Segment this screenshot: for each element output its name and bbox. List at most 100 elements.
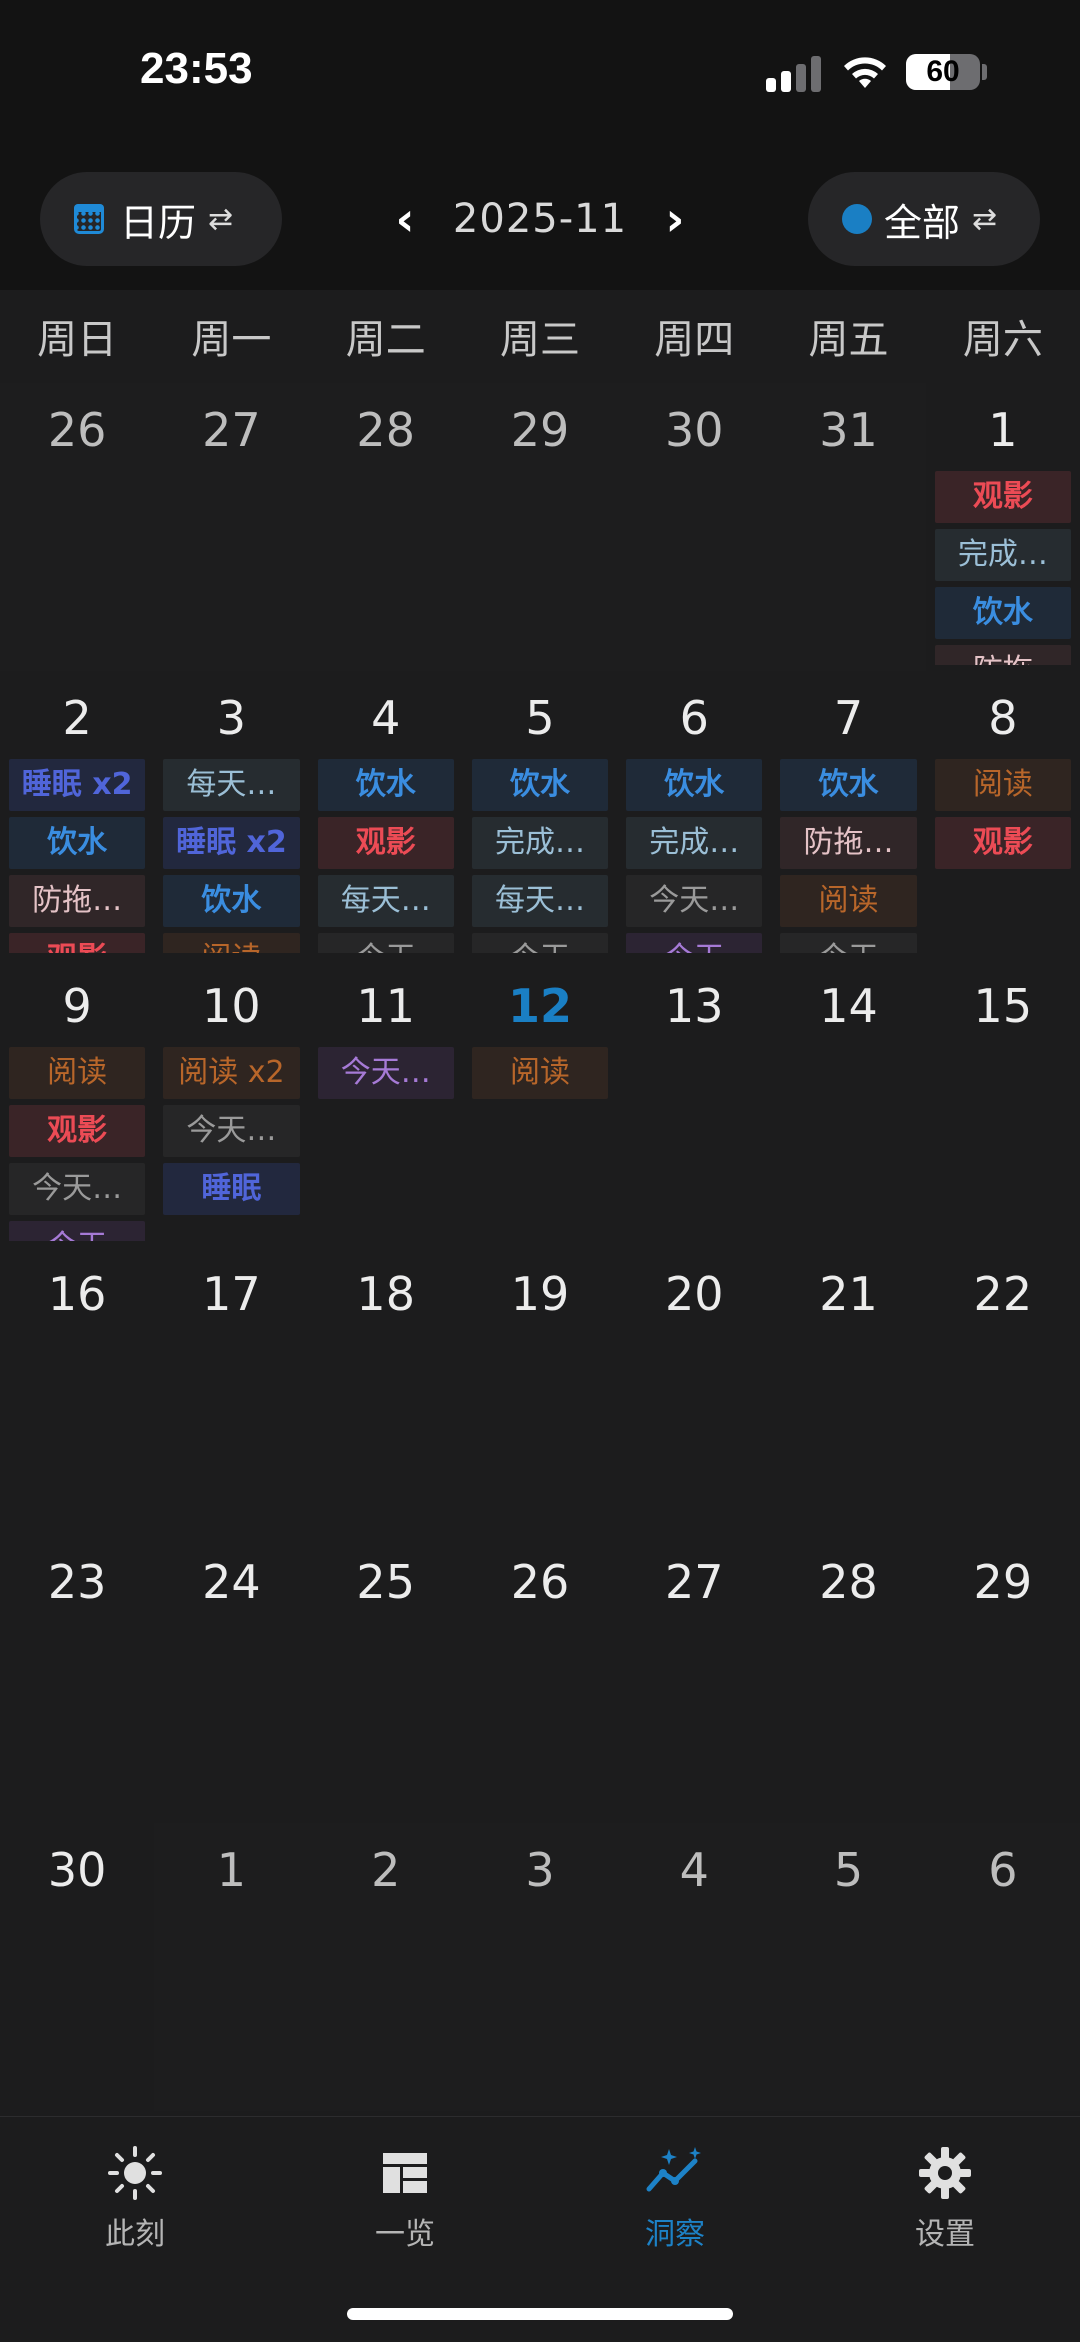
day-cell[interactable]: 5 饮水完成… 每天… 今天	[463, 671, 617, 959]
day-cell-other-month[interactable]: 1	[154, 1823, 309, 2111]
day-cell-other-month[interactable]: 29	[462, 383, 618, 671]
day-cell[interactable]: 6 饮水完成… 今天… 今天	[617, 671, 771, 959]
day-cell-other-month[interactable]: 31	[771, 383, 926, 671]
event-chip[interactable]: 睡眠 x2	[163, 817, 300, 869]
sun-icon	[108, 2146, 162, 2200]
day-cell[interactable]: 25	[309, 1535, 463, 1823]
event-chip[interactable]: 防拖…	[9, 875, 146, 927]
event-chip[interactable]: 观影	[934, 817, 1071, 869]
day-cell[interactable]: 24	[154, 1535, 308, 1823]
day-cell-other-month[interactable]: 5	[771, 1823, 926, 2111]
event-chip[interactable]: 阅读	[934, 759, 1071, 811]
day-cell-other-month[interactable]: 27	[154, 383, 309, 671]
event-list: 饮水完成… 每天… 今天	[471, 759, 609, 953]
chevron-right-icon[interactable]: ›	[650, 192, 700, 246]
view-label: 日历	[120, 200, 197, 245]
event-chip[interactable]: 睡眠 x2	[9, 759, 146, 811]
day-cell[interactable]: 16	[0, 1247, 154, 1535]
day-cell[interactable]: 27	[617, 1535, 771, 1823]
day-cell-other-month[interactable]: 3	[462, 1823, 618, 2111]
day-cell[interactable]: 21	[771, 1247, 925, 1535]
event-chip[interactable]: 今天	[471, 933, 609, 953]
event-chip[interactable]: 阅读 x2	[163, 1047, 300, 1099]
day-number: 27	[202, 403, 261, 457]
day-cell[interactable]: 10 阅读 x2 今天… 睡眠	[154, 959, 308, 1247]
event-chip[interactable]: 每天…	[471, 875, 609, 927]
event-chip[interactable]: 今天…	[317, 1047, 454, 1099]
event-chip[interactable]: 今天…	[163, 1105, 300, 1157]
tab-insights[interactable]: 洞察	[575, 2143, 775, 2253]
tab-settings[interactable]: 设置	[845, 2143, 1045, 2253]
event-chip[interactable]: 饮水	[471, 759, 609, 811]
day-cell-other-month[interactable]: 28	[308, 383, 463, 671]
day-cell-other-month[interactable]: 2	[308, 1823, 463, 2111]
event-chip[interactable]: 今天	[626, 933, 763, 953]
tab-label: 此刻	[105, 2217, 165, 2252]
event-chip[interactable]: 饮水	[9, 817, 146, 869]
day-cell[interactable]: 11 今天…	[309, 959, 463, 1247]
event-list: 观影完成… 饮水防拖	[934, 471, 1071, 665]
day-cell[interactable]: 26	[463, 1535, 617, 1823]
day-cell[interactable]: 8 阅读 观影	[926, 671, 1080, 959]
weekday-label: 周日	[37, 317, 118, 363]
event-chip[interactable]: 每天…	[317, 875, 454, 927]
week-row: 26 27 28 29 30 31 1 观影完成… 饮水防拖	[0, 383, 1080, 671]
day-cell-other-month[interactable]: 26	[0, 383, 155, 671]
weekday-label: 周五	[808, 317, 889, 363]
day-cell[interactable]: 20	[617, 1247, 771, 1535]
status-bar: 23:53 60	[0, 0, 1080, 150]
event-chip[interactable]: 饮水	[163, 875, 300, 927]
day-cell[interactable]: 23	[0, 1535, 154, 1823]
event-chip[interactable]: 每天…	[163, 759, 300, 811]
day-number: 21	[819, 1267, 878, 1321]
view-switch-button[interactable]: 日历 ⇄	[40, 172, 282, 266]
tab-overview[interactable]: 一览	[305, 2143, 505, 2253]
event-chip[interactable]: 防拖…	[780, 817, 917, 869]
event-chip[interactable]: 饮水	[780, 759, 917, 811]
day-cell[interactable]: 19	[463, 1247, 617, 1535]
event-chip[interactable]: 观影	[317, 817, 454, 869]
event-chip[interactable]: 今天	[9, 1221, 146, 1241]
tab-now[interactable]: 此刻	[35, 2143, 235, 2253]
event-chip[interactable]: 睡眠	[163, 1163, 300, 1215]
day-cell[interactable]: 4 饮水观影每天… 今天	[309, 671, 463, 959]
day-cell[interactable]: 18	[309, 1247, 463, 1535]
filter-button[interactable]: 全部 ⇄	[808, 172, 1040, 266]
day-cell[interactable]: 13	[617, 959, 771, 1247]
event-chip[interactable]: 完成…	[626, 817, 763, 869]
day-cell-other-month[interactable]: 4	[617, 1823, 772, 2111]
chevron-left-icon[interactable]: ‹	[380, 192, 430, 246]
event-chip[interactable]: 饮水	[626, 759, 763, 811]
event-chip[interactable]: 完成…	[934, 529, 1071, 581]
event-chip[interactable]: 阅读	[9, 1047, 146, 1099]
day-cell[interactable]: 9 阅读观影今天… 今天	[0, 959, 154, 1247]
event-chip[interactable]: 饮水	[317, 759, 454, 811]
day-cell[interactable]: 30	[0, 1823, 154, 2111]
day-cell[interactable]: 14	[771, 959, 925, 1247]
event-chip[interactable]: 今天	[317, 933, 454, 953]
day-cell[interactable]: 7 饮水防拖… 阅读今天	[771, 671, 925, 959]
event-chip[interactable]: 阅读	[780, 875, 917, 927]
day-cell[interactable]: 29	[926, 1535, 1080, 1823]
day-cell[interactable]: 3 每天… 睡眠 x2 饮水阅读	[154, 671, 308, 959]
day-cell[interactable]: 17	[154, 1247, 308, 1535]
event-chip[interactable]: 饮水	[934, 587, 1071, 639]
event-chip[interactable]: 完成…	[471, 817, 609, 869]
event-chip[interactable]: 今天	[780, 933, 917, 953]
event-chip[interactable]: 今天…	[626, 875, 763, 927]
event-chip[interactable]: 防拖	[934, 645, 1071, 665]
day-cell[interactable]: 12 阅读	[463, 959, 617, 1247]
day-cell[interactable]: 15	[926, 959, 1080, 1247]
event-chip[interactable]: 观影	[9, 933, 146, 953]
event-chip[interactable]: 阅读	[163, 933, 300, 953]
event-chip[interactable]: 今天…	[9, 1163, 146, 1215]
day-cell[interactable]: 28	[771, 1535, 925, 1823]
day-cell[interactable]: 2 睡眠 x2 饮水防拖… 观影	[0, 671, 154, 959]
day-cell[interactable]: 1 观影完成… 饮水防拖	[926, 383, 1080, 671]
event-chip[interactable]: 阅读	[471, 1047, 609, 1099]
day-cell-other-month[interactable]: 6	[925, 1823, 1080, 2111]
day-cell-other-month[interactable]: 30	[617, 383, 772, 671]
event-chip[interactable]: 观影	[934, 471, 1071, 523]
day-cell[interactable]: 22	[926, 1247, 1080, 1535]
event-chip[interactable]: 观影	[9, 1105, 146, 1157]
